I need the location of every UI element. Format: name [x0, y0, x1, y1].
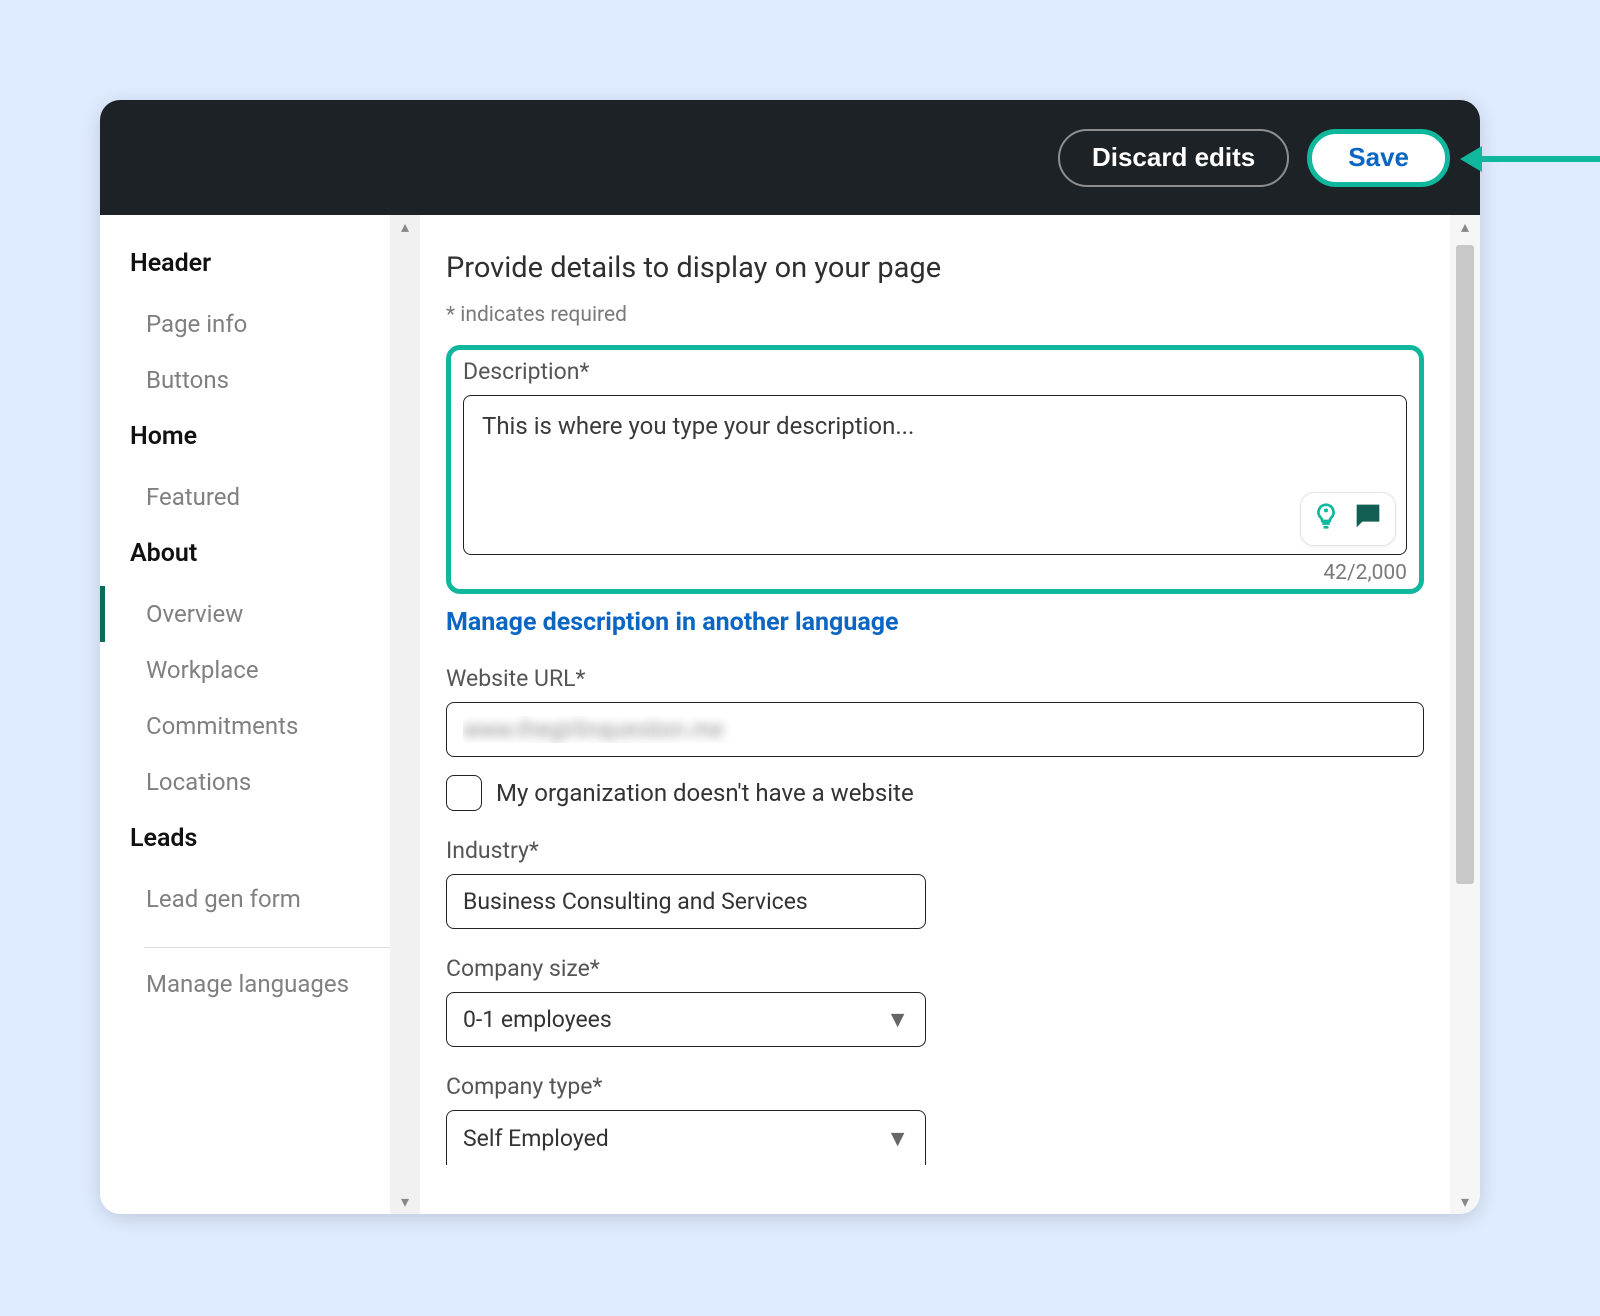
- modal-body: Header Page info Buttons Home Featured A…: [100, 215, 1480, 1214]
- industry-input[interactable]: Business Consulting and Services: [446, 874, 926, 929]
- sidebar-item-page-info[interactable]: Page info: [130, 296, 390, 352]
- edit-page-modal: Discard edits Save Header Page info Butt…: [100, 100, 1480, 1214]
- chevron-down-icon: ▼: [886, 1125, 909, 1152]
- scroll-down-icon[interactable]: ▾: [390, 1192, 420, 1212]
- save-button[interactable]: Save: [1307, 129, 1450, 187]
- sidebar-group-home[interactable]: Home: [130, 422, 390, 451]
- scroll-thumb[interactable]: [1456, 245, 1474, 884]
- description-highlight: Description* This is where you type your…: [446, 345, 1424, 594]
- company-type-select[interactable]: Self Employed ▼: [446, 1110, 926, 1165]
- sidebar-item-overview[interactable]: Overview: [130, 586, 390, 642]
- main-content: Provide details to display on your page …: [420, 215, 1450, 1214]
- sidebar-item-manage-languages[interactable]: Manage languages: [130, 956, 390, 1012]
- required-indicator-note: * indicates required: [446, 303, 1424, 327]
- sidebar-item-buttons[interactable]: Buttons: [130, 352, 390, 408]
- modal-header: Discard edits Save: [100, 100, 1480, 215]
- manage-description-language-link[interactable]: Manage description in another language: [446, 608, 1424, 637]
- sidebar-item-lead-gen-form[interactable]: Lead gen form: [130, 871, 390, 927]
- sidebar-item-workplace[interactable]: Workplace: [130, 642, 390, 698]
- sidebar-group-leads[interactable]: Leads: [130, 824, 390, 853]
- annotation-arrow: [1480, 156, 1600, 162]
- website-url-input[interactable]: [446, 702, 1424, 757]
- sidebar-scrollbar[interactable]: ▴ ▾: [390, 215, 420, 1214]
- description-value: This is where you type your description.…: [482, 412, 914, 440]
- industry-value: Business Consulting and Services: [463, 888, 808, 915]
- sidebar-item-featured[interactable]: Featured: [130, 469, 390, 525]
- active-indicator: [100, 586, 105, 642]
- description-char-counter: 42/2,000: [463, 561, 1407, 585]
- sidebar-divider: [144, 947, 390, 948]
- company-type-value: Self Employed: [463, 1125, 609, 1152]
- scroll-down-icon[interactable]: ▾: [1450, 1192, 1480, 1212]
- no-website-label: My organization doesn't have a website: [496, 779, 914, 807]
- main-scrollbar[interactable]: ▴ ▾: [1450, 215, 1480, 1214]
- discard-edits-button[interactable]: Discard edits: [1058, 129, 1289, 187]
- description-toolbar: [1300, 492, 1396, 546]
- no-website-row: My organization doesn't have a website: [446, 775, 1424, 811]
- scroll-up-icon[interactable]: ▴: [1450, 217, 1480, 237]
- lightbulb-icon[interactable]: [1311, 501, 1341, 537]
- company-size-value: 0-1 employees: [463, 1006, 612, 1033]
- section-title: Provide details to display on your page: [446, 251, 1424, 285]
- company-size-label: Company size*: [446, 955, 1424, 982]
- description-textarea[interactable]: This is where you type your description.…: [463, 395, 1407, 555]
- industry-label: Industry*: [446, 837, 1424, 864]
- sidebar-item-commitments[interactable]: Commitments: [130, 698, 390, 754]
- sidebar: Header Page info Buttons Home Featured A…: [100, 215, 390, 1214]
- website-url-label: Website URL*: [446, 665, 1424, 692]
- sidebar-item-label: Overview: [146, 600, 243, 628]
- scroll-up-icon[interactable]: ▴: [390, 217, 420, 237]
- chat-icon[interactable]: [1351, 499, 1385, 539]
- sidebar-group-about[interactable]: About: [130, 539, 390, 568]
- sidebar-group-header[interactable]: Header: [130, 249, 390, 278]
- company-size-select[interactable]: 0-1 employees ▼: [446, 992, 926, 1047]
- description-label: Description*: [463, 358, 1407, 385]
- sidebar-item-locations[interactable]: Locations: [130, 754, 390, 810]
- company-type-label: Company type*: [446, 1073, 1424, 1100]
- chevron-down-icon: ▼: [886, 1006, 909, 1033]
- no-website-checkbox[interactable]: [446, 775, 482, 811]
